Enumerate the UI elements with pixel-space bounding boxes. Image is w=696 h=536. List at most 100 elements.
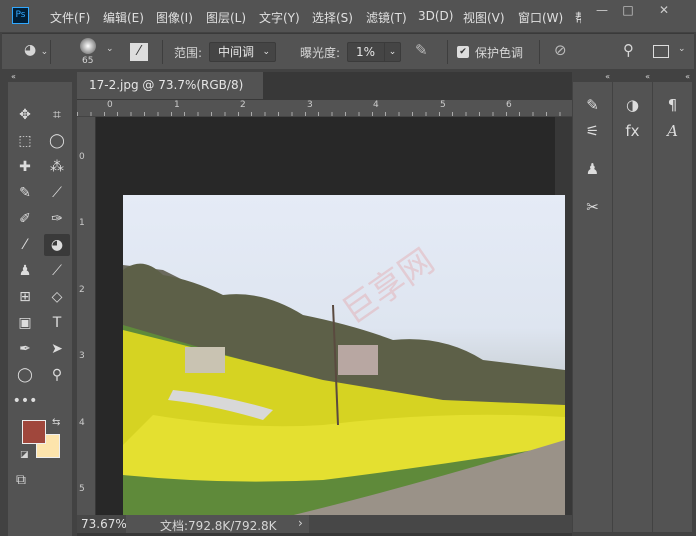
eyedropper-icon[interactable]: ⟋ <box>44 182 70 204</box>
exposure-label: 曝光度: <box>300 46 341 60</box>
ruler-tick: 2 <box>240 100 246 110</box>
tool-presets-panel-icon[interactable]: ✂ <box>573 194 612 220</box>
sponge-tool-icon[interactable]: ◕ <box>44 234 70 256</box>
airbrush-icon[interactable]: ✎ <box>415 41 428 59</box>
divider <box>539 40 540 64</box>
brush-tool-icon[interactable]: ✎ <box>12 182 38 204</box>
swap-colors-icon[interactable]: ⇆ <box>52 417 60 428</box>
pressure-icon[interactable]: ⊘ <box>554 41 567 59</box>
maximize-button[interactable]: □ <box>612 0 644 20</box>
status-menu-arrow[interactable]: › <box>298 516 303 530</box>
zoom-tool-icon[interactable]: ⚲ <box>44 364 70 386</box>
ruler-tick: 6 <box>506 100 512 110</box>
menu-image[interactable]: 图像(I) <box>156 9 193 26</box>
ruler-tick: 4 <box>79 418 85 428</box>
ruler-tick: 3 <box>307 100 313 110</box>
exposure-input[interactable]: 1% ⌄ <box>347 42 401 62</box>
close-button[interactable]: ✕ <box>648 0 680 20</box>
more-tools-icon[interactable]: ••• <box>12 390 38 412</box>
menu-filter[interactable]: 滤镜(T) <box>366 9 407 26</box>
ruler-tick: 3 <box>79 351 85 361</box>
canvas[interactable]: 巨享网 <box>96 117 565 527</box>
ruler-tick: 2 <box>79 285 85 295</box>
menu-layer[interactable]: 图层(L) <box>206 9 246 26</box>
chevron-down-icon[interactable]: ⌄ <box>106 44 114 54</box>
photo-image[interactable]: 巨享网 <box>123 195 565 527</box>
pen-tool-icon[interactable]: ✒ <box>12 338 38 360</box>
crop-tool-icon[interactable]: ⌗ <box>44 104 70 126</box>
zoom-level[interactable]: 73.67% <box>81 517 127 531</box>
adjustments-panel-icon[interactable]: ◑ <box>613 92 652 118</box>
menu-help[interactable]: 帮 <box>575 9 581 26</box>
ellipse-tool-icon[interactable]: ◯ <box>12 364 38 386</box>
doc-info-field[interactable]: 文档:792.8K/792.8K › <box>126 515 309 533</box>
options-bar: ◕ ⌄ 65 ⌄ ⁄ 范围: 中间调 ⌄ 曝光度: 1% ⌄ ✎ ✔ 保护色调 ⊘ … <box>2 33 694 69</box>
paint-brush-icon[interactable]: ⁄ <box>12 234 38 256</box>
magic-wand-icon[interactable]: ⁂ <box>44 156 70 178</box>
clone-stamp-icon[interactable]: ♟ <box>12 260 38 282</box>
menu-bar: Ps 文件(F) 编辑(E) 图像(I) 图层(L) 文字(Y) 选择(S) 滤… <box>0 0 696 32</box>
watermark: 巨享网 <box>335 241 441 332</box>
ruler-tick: 1 <box>79 218 85 228</box>
ruler-tick: 5 <box>440 100 446 110</box>
divider <box>162 40 163 64</box>
brush-settings-icon[interactable]: ⁄ <box>130 43 148 61</box>
artboard-tool-icon[interactable]: ⊞ <box>12 286 38 308</box>
ruler-tick: 0 <box>107 100 113 110</box>
eraser-icon[interactable]: ◇ <box>44 286 70 308</box>
range-label: 范围: <box>174 46 203 60</box>
range-select[interactable]: 中间调 ⌄ <box>209 42 276 62</box>
brush-size: 65 <box>82 56 94 66</box>
brush-panel-icon[interactable]: ✎ <box>573 92 612 118</box>
menu-view[interactable]: 视图(V) <box>463 9 505 26</box>
menu-type[interactable]: 文字(Y) <box>259 9 300 26</box>
status-bar: 73.67% 文档:792.8K/792.8K › <box>77 515 572 533</box>
menu-file[interactable]: 文件(F) <box>50 9 90 26</box>
vertical-ruler: 0 1 2 3 4 5 <box>77 117 95 515</box>
healing-brush-icon[interactable]: ✚ <box>12 156 38 178</box>
character-panel-icon[interactable]: A <box>653 118 692 144</box>
menu-edit[interactable]: 编辑(E) <box>103 9 144 26</box>
workspace-icon[interactable] <box>653 45 669 58</box>
screen-mode-icon[interactable]: ⧉ <box>16 472 26 488</box>
doc-info: 文档:792.8K/792.8K <box>160 519 277 533</box>
path-select-icon[interactable]: ➤ <box>44 338 70 360</box>
search-icon[interactable]: ⚲ <box>623 41 634 59</box>
menu-window[interactable]: 窗口(W) <box>518 9 563 26</box>
brush-preview-icon[interactable] <box>80 38 96 54</box>
menu-3d[interactable]: 3D(D) <box>418 9 453 23</box>
collapse-icon[interactable]: « <box>8 72 72 82</box>
collapse-icon[interactable]: « <box>613 72 652 82</box>
clone-source-panel-icon[interactable]: ♟ <box>573 156 612 182</box>
paragraph-panel-icon[interactable]: ¶ <box>653 92 692 118</box>
chevron-down-icon[interactable]: ⌄ <box>678 44 686 54</box>
panel-column-2: « ◑ fx <box>613 72 652 532</box>
lasso-tool-icon[interactable]: ◯ <box>44 130 70 152</box>
foreground-color-swatch[interactable] <box>22 420 46 444</box>
panel-column-3: « ¶ A <box>653 72 692 532</box>
exposure-value: 1% <box>356 45 376 59</box>
gradient-tool-icon[interactable]: ▣ <box>12 312 38 334</box>
move-tool-icon[interactable]: ✥ <box>12 104 38 126</box>
history-brush-icon[interactable]: ✑ <box>44 208 70 230</box>
range-value: 中间调 <box>218 45 255 59</box>
brush-settings-panel-icon[interactable]: ⚟ <box>573 118 612 144</box>
landscape-photo: 巨享网 <box>123 241 565 527</box>
document-tab[interactable]: 17-2.jpg @ 73.7%(RGB/8) *✖ <box>77 72 263 119</box>
document-area: 17-2.jpg @ 73.7%(RGB/8) *✖ 0 1 2 3 4 5 6… <box>77 72 572 536</box>
ruler-tick: 5 <box>79 484 85 494</box>
type-tool-icon[interactable]: T <box>44 312 70 334</box>
mixer-brush-icon[interactable]: ✐ <box>12 208 38 230</box>
ruler-tick: 1 <box>174 100 180 110</box>
menu-select[interactable]: 选择(S) <box>312 9 353 26</box>
divider <box>50 40 51 64</box>
collapse-icon[interactable]: « <box>573 72 612 82</box>
sponge-tool-preset-icon[interactable]: ◕ ⌄ <box>24 42 48 58</box>
divider <box>447 40 448 64</box>
default-colors-icon[interactable]: ◪ <box>20 450 29 460</box>
collapse-icon[interactable]: « <box>653 72 692 82</box>
marquee-tool-icon[interactable]: ⬚ <box>12 130 38 152</box>
color-sampler-icon[interactable]: ⟋ <box>44 260 70 282</box>
protect-tones-checkbox[interactable]: ✔ <box>457 46 469 58</box>
properties-fx-icon[interactable]: fx <box>613 118 652 144</box>
